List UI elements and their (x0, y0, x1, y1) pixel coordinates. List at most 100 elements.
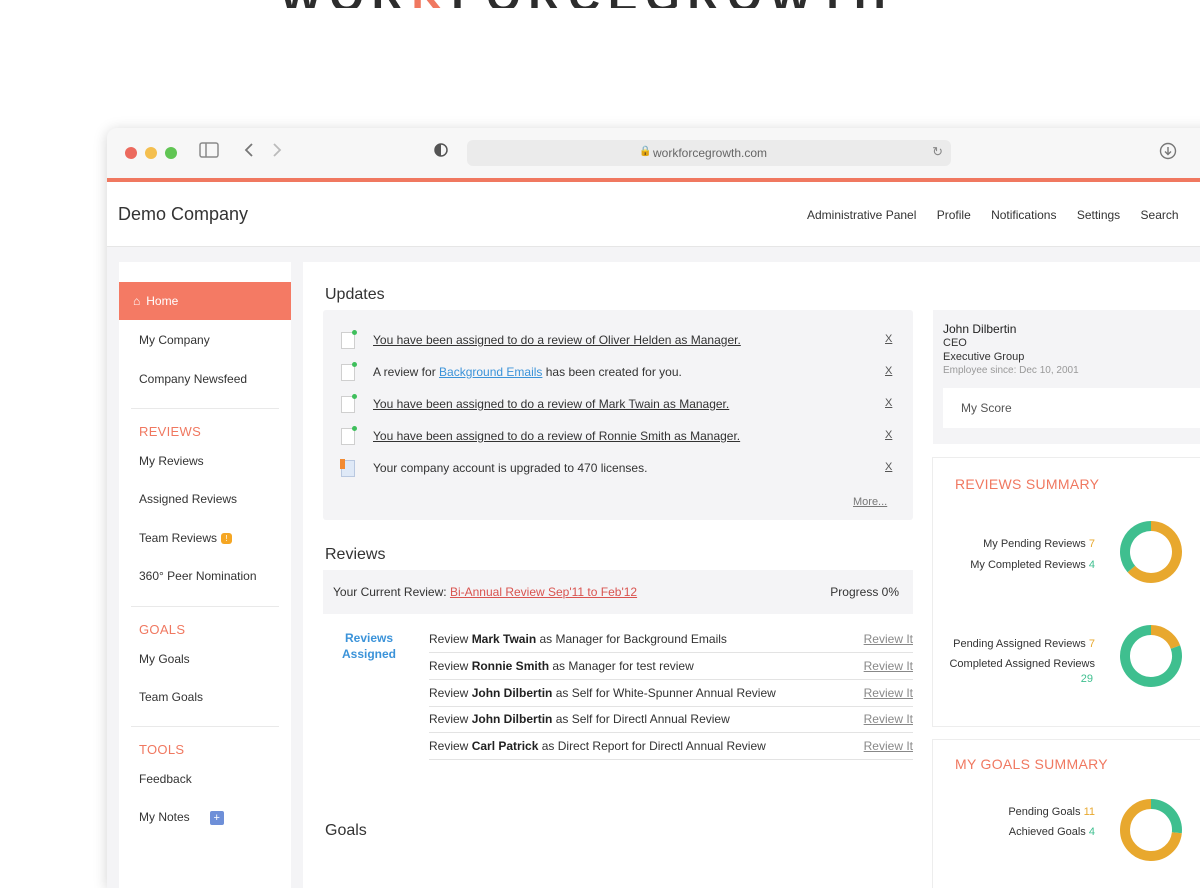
document-icon (341, 330, 357, 349)
sidebar-item-team-reviews[interactable]: Team Reviews! (119, 519, 291, 557)
employee-since: Employee since: Dec 10, 2001 (943, 365, 1079, 376)
reviews-title: Reviews (325, 546, 386, 563)
my-score-label: My Score (961, 401, 1012, 415)
profile-card: John Dilbertin CEO Executive Group Emplo… (933, 310, 1200, 444)
update-row: You have been assigned to do a review of… (323, 420, 913, 452)
table-row: Review Carl Patrick as Direct Report for… (429, 733, 913, 760)
dismiss-update-button[interactable]: X (885, 429, 892, 441)
nav-notifications[interactable]: Notifications (991, 208, 1056, 222)
review-progress: Progress 0% (830, 585, 899, 599)
shield-icon[interactable] (434, 142, 448, 162)
review-it-link[interactable]: Review It (864, 739, 913, 753)
update-row: Your company account is upgraded to 470 … (323, 452, 913, 484)
dismiss-update-button[interactable]: X (885, 397, 892, 409)
dismiss-update-button[interactable]: X (885, 333, 892, 345)
sidebar-item-feedback[interactable]: Feedback (119, 760, 291, 798)
update-text: A review for Background Emails has been … (373, 365, 682, 379)
add-note-icon[interactable]: + (209, 810, 224, 825)
top-nav: Administrative Panel Profile Notificatio… (807, 208, 1196, 222)
nav-profile[interactable]: Profile (937, 208, 971, 222)
goals-summary-title: MY GOALS SUMMARY (955, 756, 1108, 772)
update-row: A review for Background Emails has been … (323, 356, 913, 388)
current-review-link[interactable]: Bi-Annual Review Sep'11 to Feb'12 (450, 585, 637, 599)
update-text[interactable]: You have been assigned to do a review of… (373, 333, 741, 347)
table-row: Review Mark Twain as Manager for Backgro… (429, 626, 913, 653)
sidebar-item-assigned-reviews[interactable]: Assigned Reviews (119, 480, 291, 518)
review-it-link[interactable]: Review It (864, 712, 913, 726)
download-icon[interactable] (1159, 142, 1177, 164)
table-row: Review John Dilbertin as Self for White-… (429, 680, 913, 707)
completed-assigned-reviews-count: 29 (1080, 673, 1093, 685)
sidebar-item-my-reviews[interactable]: My Reviews (119, 442, 291, 480)
update-row: You have been assigned to do a review of… (323, 324, 913, 356)
update-text[interactable]: You have been assigned to do a review of… (373, 397, 729, 411)
current-review-bar: Your Current Review: Bi-Annual Review Se… (323, 570, 913, 614)
sidebar-section-reviews: REVIEWS (139, 424, 202, 439)
goals-title: Goals (325, 822, 367, 839)
review-it-link[interactable]: Review It (864, 659, 913, 673)
sidebar-toggle-icon[interactable] (199, 142, 219, 162)
upgrade-icon (340, 459, 355, 477)
close-window-button[interactable] (125, 147, 137, 159)
review-it-link[interactable]: Review It (864, 686, 913, 700)
table-row: Review Ronnie Smith as Manager for test … (429, 653, 913, 680)
sidebar-divider (131, 606, 279, 607)
sidebar: ⌂ Home My Company Company Newsfeed REVIEW… (119, 262, 291, 888)
reviews-summary-title: REVIEWS SUMMARY (955, 476, 1100, 492)
address-bar[interactable]: 🔒 workforcegrowth.com ↻ (467, 140, 951, 166)
sidebar-item-team-goals[interactable]: Team Goals (119, 678, 291, 716)
nav-settings[interactable]: Settings (1077, 208, 1120, 222)
review-it-link[interactable]: Review It (864, 632, 913, 646)
my-completed-reviews: My Completed Reviews 4 (970, 559, 1095, 571)
browser-toolbar: 🔒 workforcegrowth.com ↻ (107, 128, 1200, 178)
dismiss-update-button[interactable]: X (885, 461, 892, 473)
more-updates-link[interactable]: More... (853, 496, 887, 508)
home-icon: ⌂ (133, 294, 141, 308)
my-pending-reviews: My Pending Reviews 7 (983, 538, 1095, 550)
goals-donut-chart (1120, 799, 1182, 861)
app-header: Demo Company Administrative Panel Profil… (107, 182, 1200, 247)
achieved-goals: Achieved Goals 4 (1008, 826, 1095, 838)
updates-title: Updates (325, 286, 385, 303)
sidebar-divider (131, 408, 279, 409)
sidebar-item-company-newsfeed[interactable]: Company Newsfeed (119, 360, 291, 398)
profile-name[interactable]: John Dilbertin (943, 322, 1016, 336)
profile-group: Executive Group (943, 351, 1025, 363)
minimize-window-button[interactable] (145, 147, 157, 159)
my-score-box[interactable]: My Score (943, 388, 1200, 428)
background-emails-link[interactable]: Background Emails (439, 365, 542, 379)
company-name[interactable]: Demo Company (118, 204, 248, 225)
assigned-review-text: Review John Dilbertin as Self for Direct… (429, 712, 730, 726)
sidebar-section-tools: TOOLS (139, 742, 185, 757)
sidebar-item-my-company[interactable]: My Company (119, 321, 291, 359)
sidebar-item-label: Home (146, 294, 179, 308)
current-review-label: Your Current Review: Bi-Annual Review Se… (333, 585, 638, 599)
sidebar-item-peer-nomination[interactable]: 360° Peer Nomination (119, 557, 291, 595)
assigned-review-text: Review John Dilbertin as Self for White-… (429, 686, 776, 700)
reviews-assigned-label[interactable]: Reviews Assigned (339, 630, 399, 662)
sidebar-item-my-notes[interactable]: My Notes + (119, 798, 291, 836)
browser-window: 🔒 workforcegrowth.com ↻ Demo Company Adm… (107, 128, 1200, 888)
reload-icon[interactable]: ↻ (932, 144, 943, 160)
donut-slice-pending (1150, 625, 1181, 650)
dismiss-update-button[interactable]: X (885, 365, 892, 377)
sidebar-section-goals: GOALS (139, 622, 186, 637)
assigned-reviews-donut-chart (1120, 625, 1182, 687)
assigned-review-text: Review Carl Patrick as Direct Report for… (429, 739, 766, 753)
table-row: Review John Dilbertin as Self for Direct… (429, 706, 913, 733)
donut-slice-completed (1120, 521, 1152, 573)
forward-icon[interactable] (271, 142, 283, 162)
nav-administrative-panel[interactable]: Administrative Panel (807, 208, 916, 222)
update-text: Your company account is upgraded to 470 … (373, 461, 648, 475)
donut-slice-achieved (1150, 799, 1182, 834)
maximize-window-button[interactable] (165, 147, 177, 159)
pending-assigned-reviews: Pending Assigned Reviews 7 (953, 638, 1095, 650)
update-text[interactable]: You have been assigned to do a review of… (373, 429, 740, 443)
profile-title: CEO (943, 337, 967, 349)
nav-search[interactable]: Search (1141, 208, 1179, 222)
sidebar-divider (131, 726, 279, 727)
my-reviews-donut-chart (1120, 521, 1182, 583)
sidebar-item-home[interactable]: ⌂ Home (119, 282, 291, 320)
sidebar-item-my-goals[interactable]: My Goals (119, 640, 291, 678)
back-icon[interactable] (243, 142, 255, 162)
